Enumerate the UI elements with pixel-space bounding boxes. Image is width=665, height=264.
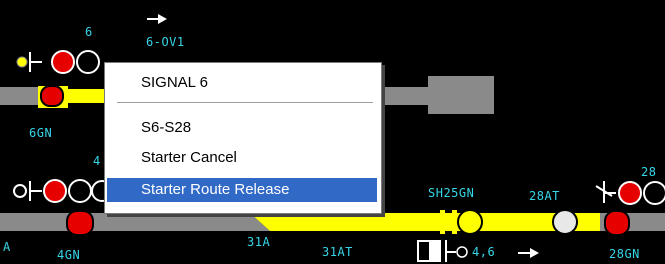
track-segment-top-left [0,87,38,105]
menu-item-label: Starter Route Release [141,181,290,198]
menu-item-label: Starter Cancel [141,149,237,166]
signal-4-indicator [13,184,27,198]
signal-28gn-marker [604,210,630,236]
track-joint-2 [452,210,457,234]
route-6-ov1-label: 6-OV1 [146,35,185,49]
signal-28-label: 28 [641,165,657,179]
route-indicator [456,246,468,258]
route-box-fill [429,242,439,260]
signal-4-label: 4 [93,154,101,168]
signal-4gn-marker [66,210,94,236]
track-route-31at [250,213,600,231]
track-segment-31a [104,213,270,231]
track-28gn-label: 28GN [609,247,640,261]
menu-separator [117,102,373,104]
menu-item-starter-cancel[interactable]: Starter Cancel [107,146,377,170]
edge-a-label: A [3,240,11,254]
arrow-right-icon [518,248,539,258]
track-joint-1 [440,210,445,234]
signal-4-head-red[interactable] [43,179,67,203]
menu-title-label: SIGNAL 6 [141,74,208,91]
signal-6-indicator [16,56,28,68]
menu-item-s6-s28[interactable]: S6-S28 [107,116,377,140]
arrow-right-icon [147,14,167,24]
signal-6-head-off[interactable] [76,50,100,74]
menu-title-signal-6: SIGNAL 6 [107,71,377,95]
route-4-6-label: 4,6 [472,245,496,259]
track-28at-label: 28AT [529,189,560,203]
28at-track-circle [552,209,578,235]
track-segment-top-right [380,87,428,105]
track-sh25gn-label: SH25GN [428,186,475,200]
sh25gn-track-circle [457,209,483,235]
signal-6-head-red[interactable] [51,50,75,74]
menu-item-starter-route-release[interactable]: Starter Route Release [107,178,377,202]
menu-item-label: S6-S28 [141,119,192,136]
signal-28-head-off[interactable] [643,181,665,205]
buffer-stop-icon [428,76,494,114]
signal-28-head-red[interactable] [618,181,642,205]
signal-6-label: 6 [85,25,93,39]
track-31a-label: 31A [247,235,271,249]
signal-4-head-off[interactable] [68,179,92,203]
signal-6gn-marker [40,85,64,107]
context-menu: SIGNAL 6 S6-S28 Starter Cancel Starter R… [104,62,382,214]
track-31at-label: 31AT [322,245,353,259]
track-4gn-label: 4GN [57,248,81,262]
track-6gn-label: 6GN [29,126,53,140]
